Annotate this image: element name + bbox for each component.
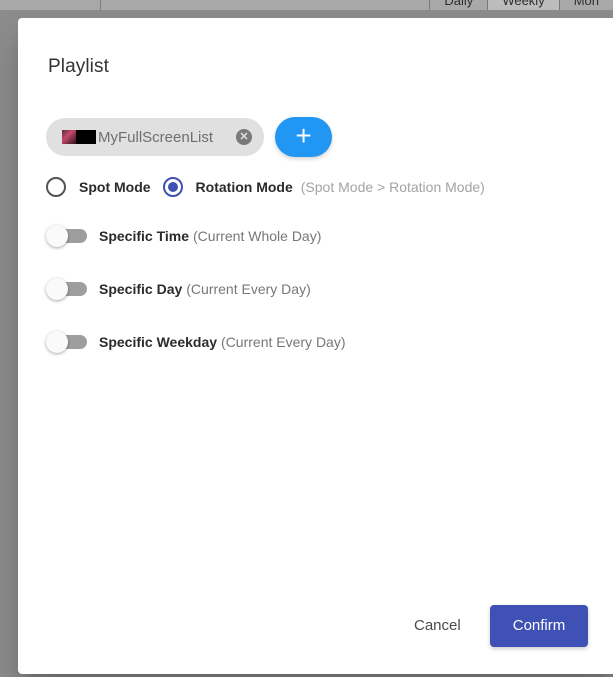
- playlist-chip[interactable]: MyFullScreenList ✕: [46, 118, 264, 156]
- spot-mode-label[interactable]: Spot Mode: [79, 179, 151, 195]
- mode-radio-group: Spot Mode Rotation Mode (Spot Mode > Rot…: [46, 175, 485, 199]
- tab-weekly[interactable]: Weekly: [487, 0, 559, 10]
- specific-weekday-hint: (Current Every Day): [221, 334, 346, 350]
- specific-day-hint: (Current Every Day): [186, 281, 311, 297]
- spot-mode-radio[interactable]: [46, 177, 66, 197]
- specific-time-hint: (Current Whole Day): [193, 228, 322, 244]
- confirm-button[interactable]: Confirm: [490, 605, 588, 647]
- specific-weekday-label: Specific Weekday: [99, 334, 218, 350]
- dialog-title: Playlist: [48, 56, 109, 77]
- specific-weekday-row: Specific Weekday (Current Every Day): [45, 330, 346, 354]
- add-playlist-button[interactable]: +: [275, 117, 332, 157]
- specific-weekday-toggle[interactable]: [45, 330, 89, 354]
- playlist-chip-label: MyFullScreenList: [98, 128, 214, 146]
- background-tab-bar: Daily Weekly Mon: [429, 0, 613, 10]
- specific-time-label: Specific Time: [99, 228, 190, 244]
- specific-day-label: Specific Day: [99, 281, 183, 297]
- rotation-mode-label[interactable]: Rotation Mode: [196, 179, 293, 195]
- toggle-thumb: [46, 225, 68, 247]
- specific-time-toggle[interactable]: [45, 224, 89, 248]
- cancel-button[interactable]: Cancel: [412, 613, 463, 638]
- playlist-thumbnail: [62, 130, 96, 144]
- specific-time-row: Specific Time (Current Whole Day): [45, 224, 321, 248]
- tab-monthly[interactable]: Mon: [558, 0, 613, 10]
- toggle-thumb: [46, 331, 68, 353]
- rotation-mode-radio[interactable]: [162, 177, 183, 197]
- tab-daily[interactable]: Daily: [429, 0, 487, 10]
- specific-day-row: Specific Day (Current Every Day): [45, 277, 311, 301]
- chip-remove-icon[interactable]: ✕: [236, 129, 252, 145]
- background-divider: [100, 0, 101, 10]
- mode-priority-hint: (Spot Mode > Rotation Mode): [300, 179, 485, 195]
- toggle-thumb: [46, 278, 68, 300]
- specific-day-toggle[interactable]: [45, 277, 89, 301]
- playlist-dialog: Playlist MyFullScreenList ✕ + Spot Mode …: [18, 18, 613, 674]
